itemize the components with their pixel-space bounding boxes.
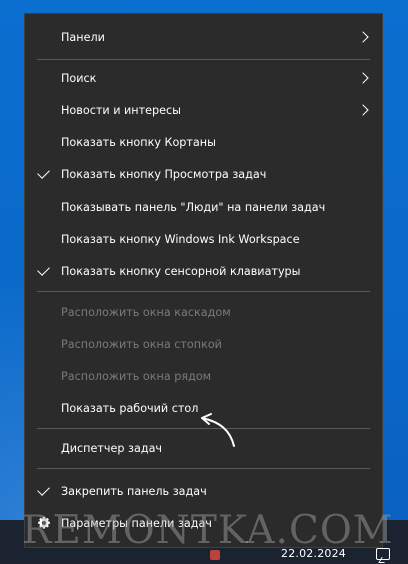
menu-item-lock-taskbar[interactable]: Закрепить панель задач <box>25 475 382 507</box>
menu-separator <box>37 468 370 469</box>
menu-item-search[interactable]: Поиск <box>25 62 382 94</box>
taskbar-app-icon[interactable] <box>210 550 220 560</box>
menu-item-label: Показывать панель "Люди" на панели задач <box>61 200 326 214</box>
menu-item-show-windows-ink[interactable]: Показать кнопку Windows Ink Workspace <box>25 223 382 255</box>
menu-item-label: Закрепить панель задач <box>61 484 207 498</box>
chevron-right-icon <box>357 72 369 84</box>
gear-icon <box>38 516 50 529</box>
menu-separator <box>37 59 370 60</box>
notification-icon[interactable] <box>376 548 390 560</box>
menu-item-label: Параметры панели задач <box>61 516 212 530</box>
menu-separator <box>37 291 370 292</box>
menu-item-label: Панели <box>61 30 105 44</box>
menu-item-show-cortana-button[interactable]: Показать кнопку Кортаны <box>25 126 382 158</box>
menu-item-label: Расположить окна стопкой <box>61 337 222 351</box>
menu-item-taskbar-settings[interactable]: Параметры панели задач <box>25 507 382 539</box>
pointer-arrow-annotation <box>201 413 235 447</box>
menu-item-label: Показать кнопку Просмотра задач <box>61 167 267 181</box>
menu-item-label: Показать кнопку Windows Ink Workspace <box>61 232 300 246</box>
menu-item-show-people[interactable]: Показывать панель "Люди" на панели задач <box>25 191 382 223</box>
menu-item-show-touch-keyboard[interactable]: Показать кнопку сенсорной клавиатуры <box>25 255 382 287</box>
chevron-right-icon <box>357 104 369 116</box>
taskbar-date[interactable]: 22.02.2024 <box>281 547 346 560</box>
checkmark-icon <box>37 263 50 276</box>
menu-item-label: Расположить окна каскадом <box>61 305 231 319</box>
menu-item-label: Показать кнопку Кортаны <box>61 135 216 149</box>
menu-item-stack-windows: Расположить окна стопкой <box>25 328 382 360</box>
checkmark-icon <box>37 166 50 179</box>
menu-item-cascade-windows: Расположить окна каскадом <box>25 296 382 328</box>
checkmark-icon <box>37 483 50 496</box>
taskbar-context-menu: Панели Поиск Новости и интересы Показать… <box>24 13 383 548</box>
menu-item-label: Показать рабочий стол <box>61 401 199 415</box>
menu-item-label: Новости и интересы <box>61 103 181 117</box>
menu-item-label: Диспетчер задач <box>61 441 163 455</box>
chevron-right-icon <box>357 31 369 43</box>
menu-item-label: Показать кнопку сенсорной клавиатуры <box>61 264 301 278</box>
menu-item-label: Расположить окна рядом <box>61 369 212 383</box>
menu-item-label: Поиск <box>61 71 97 85</box>
menu-item-show-task-view-button[interactable]: Показать кнопку Просмотра задач <box>25 158 382 190</box>
menu-item-toolbars[interactable]: Панели <box>25 21 382 53</box>
menu-item-side-by-side-windows: Расположить окна рядом <box>25 360 382 392</box>
menu-item-news-and-interests[interactable]: Новости и интересы <box>25 94 382 126</box>
